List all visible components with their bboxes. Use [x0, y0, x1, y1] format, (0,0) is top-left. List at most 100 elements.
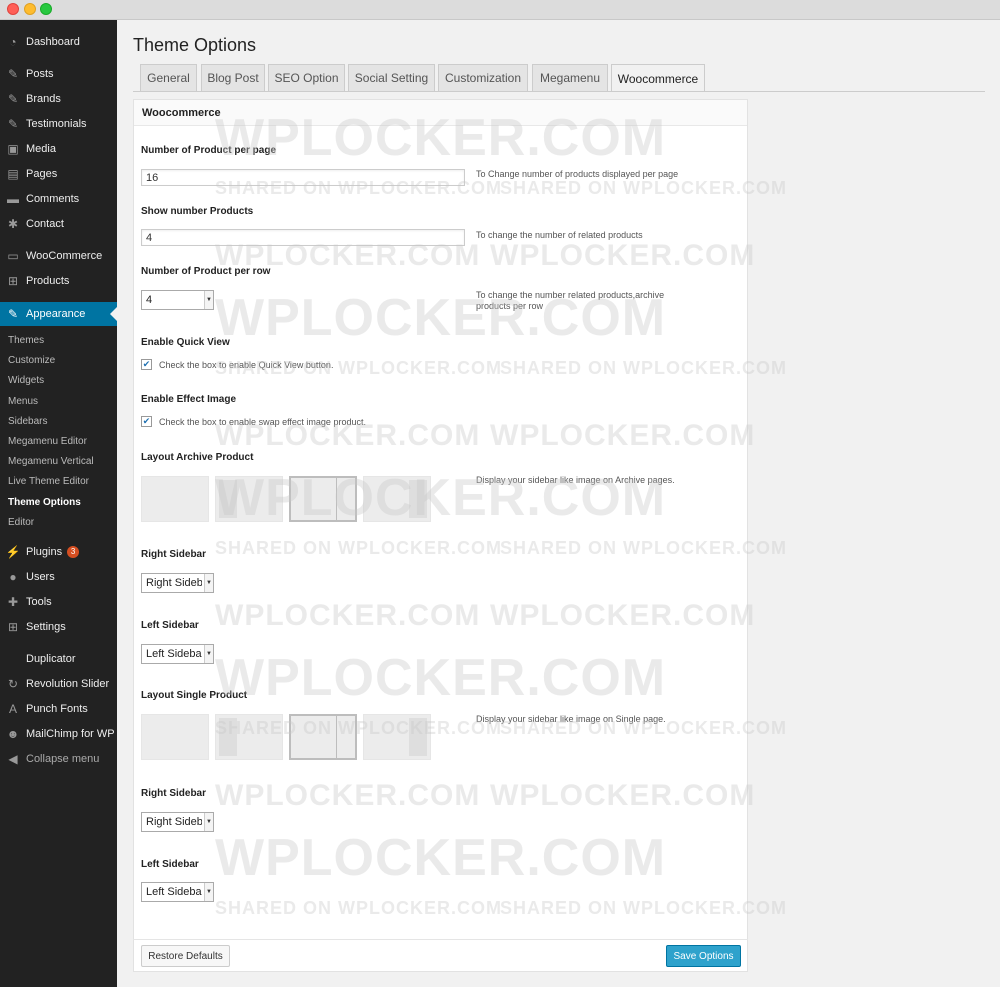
sidebar-item-dashboard[interactable]: ◔ Dashboard	[0, 31, 117, 53]
archive-layout-full-width[interactable]	[141, 476, 209, 522]
sidebar-item-tools[interactable]: ✚ Tools	[0, 591, 117, 613]
sidebar-item-testimonials[interactable]: ✎ Testimonials	[0, 113, 117, 135]
media-icon: ▣	[7, 142, 19, 156]
admin-sidebar: ◔ Dashboard ✎ Posts ✎ Brands ✎ Testimonials …	[0, 20, 117, 987]
single-left-sidebar-select[interactable]: Left Sidebar ▼	[141, 882, 214, 902]
sidebar-item-comments[interactable]: ▬ Comments	[0, 188, 117, 210]
sidebar-item-punch-fonts[interactable]: A Punch Fonts	[0, 698, 117, 720]
settings-icon: ⊞	[7, 620, 19, 634]
single-layout-right-sidebar[interactable]	[363, 714, 431, 760]
archive-layout-both-sidebars[interactable]	[289, 476, 357, 522]
single-layout-both-sidebars[interactable]	[289, 714, 357, 760]
archive-layout-left-sidebar[interactable]	[215, 476, 283, 522]
archive-layout-right-sidebar[interactable]	[363, 476, 431, 522]
panel-title: Woocommerce	[142, 107, 221, 119]
single-layout-label: Layout Single Product	[141, 690, 248, 701]
single-left-sidebar-label: Left Sidebar	[141, 859, 199, 870]
show-number-label: Show number Products	[141, 206, 254, 217]
products-per-page-desc: To Change number of products displayed p…	[476, 169, 679, 179]
layout-divider	[336, 716, 337, 758]
mailchimp-icon: ☻	[6, 727, 20, 741]
refresh-icon: ↻	[7, 677, 19, 691]
submenu-editor[interactable]: Editor	[8, 517, 34, 528]
single-right-sidebar-select[interactable]: Right Sidebar▼	[141, 812, 214, 832]
sidebar-item-woocommerce[interactable]: ▭ WooCommerce	[0, 245, 117, 267]
show-number-input[interactable]	[141, 229, 465, 246]
sidebar-item-contact[interactable]: ✱ Contact	[0, 213, 117, 235]
single-layout-full-width[interactable]	[141, 714, 209, 760]
layout-divider	[336, 478, 337, 520]
quick-view-check-label: Check the box to enable Quick View butto…	[159, 359, 334, 370]
panel-footer-divider	[133, 939, 748, 940]
per-row-label: Number of Product per row	[141, 266, 271, 277]
products-per-page-input[interactable]	[141, 169, 465, 186]
plugins-update-badge: 3	[67, 546, 80, 558]
archive-right-sidebar-label: Right Sidebar	[141, 549, 207, 560]
tab-blog-post[interactable]: Blog Post	[201, 64, 265, 91]
sidebar-item-brands[interactable]: ✎ Brands	[0, 88, 117, 110]
submenu-live-theme-editor[interactable]: Live Theme Editor	[8, 476, 89, 487]
sidebar-item-mailchimp[interactable]: ☻ MailChimp for WP	[0, 723, 117, 745]
minimize-window-button[interactable]	[24, 3, 36, 15]
sidebar-item-appearance[interactable]: ✎ Appearance	[0, 302, 117, 326]
layout-sidebar-block	[409, 718, 427, 756]
tab-social-setting[interactable]: Social Setting	[348, 64, 435, 91]
tab-general[interactable]: General	[140, 64, 197, 91]
archive-left-sidebar-select[interactable]: Left Sidebar ▼	[141, 644, 214, 664]
effect-image-check-label: Check the box to enable swap effect imag…	[159, 416, 366, 427]
per-row-select-value: 4	[146, 294, 153, 306]
sidebar-item-revolution-slider[interactable]: ↻ Revolution Slider	[0, 673, 117, 695]
effect-image-checkbox[interactable]: ✔	[141, 416, 152, 427]
archive-right-sidebar-value: Right Sidebar	[146, 577, 202, 589]
sidebar-item-users[interactable]: ● Users	[0, 566, 117, 588]
collapse-menu-button[interactable]: ◀ Collapse menu	[0, 748, 117, 770]
submenu-theme-options[interactable]: Theme Options	[8, 497, 81, 508]
sidebar-item-media[interactable]: ▣ Media	[0, 138, 117, 160]
wrench-icon: ✚	[7, 595, 19, 609]
archive-left-sidebar-value: Left Sidebar	[146, 648, 202, 660]
single-right-sidebar-value: Right Sidebar	[146, 816, 202, 828]
sidebar-item-duplicator[interactable]: Duplicator	[0, 648, 117, 670]
pin-icon: ✎	[7, 117, 19, 131]
submenu-widgets[interactable]: Widgets	[8, 375, 44, 386]
tab-customization[interactable]: Customization	[438, 64, 528, 91]
plug-icon: ⚡	[5, 545, 21, 559]
archive-layout-desc: Display your sidebar like image on Archi…	[476, 475, 675, 485]
restore-defaults-button[interactable]: Restore Defaults	[141, 945, 230, 967]
submenu-megamenu-editor[interactable]: Megamenu Editor	[8, 436, 87, 447]
submenu-themes[interactable]: Themes	[8, 335, 44, 346]
tab-megamenu[interactable]: Megamenu	[532, 64, 608, 91]
sidebar-item-plugins[interactable]: ⚡ Plugins 3	[0, 541, 117, 563]
submenu-customize[interactable]: Customize	[8, 355, 55, 366]
sidebar-item-pages[interactable]: ▤ Pages	[0, 163, 117, 185]
quick-view-checkbox[interactable]: ✔	[141, 359, 152, 370]
single-left-sidebar-value: Left Sidebar	[146, 886, 202, 898]
sidebar-item-products[interactable]: ⊞ Products	[0, 270, 117, 292]
tab-woocommerce[interactable]: Woocommerce	[611, 64, 705, 92]
window-titlebar	[0, 0, 1000, 20]
submenu-menus[interactable]: Menus	[8, 396, 38, 407]
page-title: Theme Options	[133, 35, 257, 55]
panel-header: Woocommerce	[134, 100, 747, 126]
effect-image-row: ✔ Check the box to enable swap effect im…	[141, 416, 366, 427]
submenu-megamenu-vertical[interactable]: Megamenu Vertical	[8, 456, 94, 467]
pages-icon: ▤	[7, 167, 19, 181]
sidebar-item-posts[interactable]: ✎ Posts	[0, 63, 117, 85]
chevron-down-icon: ▼	[204, 813, 213, 831]
cart-icon: ⊞	[7, 274, 19, 288]
chevron-down-icon: ▼	[204, 291, 213, 309]
user-icon: ●	[9, 570, 17, 584]
sidebar-item-settings[interactable]: ⊞ Settings	[0, 616, 117, 638]
submenu-sidebars[interactable]: Sidebars	[8, 416, 47, 427]
archive-layout-label: Layout Archive Product	[141, 452, 254, 463]
save-options-button[interactable]: Save Options	[666, 945, 741, 967]
per-row-select[interactable]: 4 ▼	[141, 290, 214, 310]
zoom-window-button[interactable]	[40, 3, 52, 15]
archive-left-sidebar-label: Left Sidebar	[141, 620, 199, 631]
tab-seo-option[interactable]: SEO Option	[268, 64, 345, 91]
effect-image-label: Enable Effect Image	[141, 394, 237, 405]
close-window-button[interactable]	[7, 3, 19, 15]
single-layout-left-sidebar[interactable]	[215, 714, 283, 760]
archive-right-sidebar-select[interactable]: Right Sidebar▼	[141, 573, 214, 593]
woo-icon: ▭	[7, 249, 19, 263]
